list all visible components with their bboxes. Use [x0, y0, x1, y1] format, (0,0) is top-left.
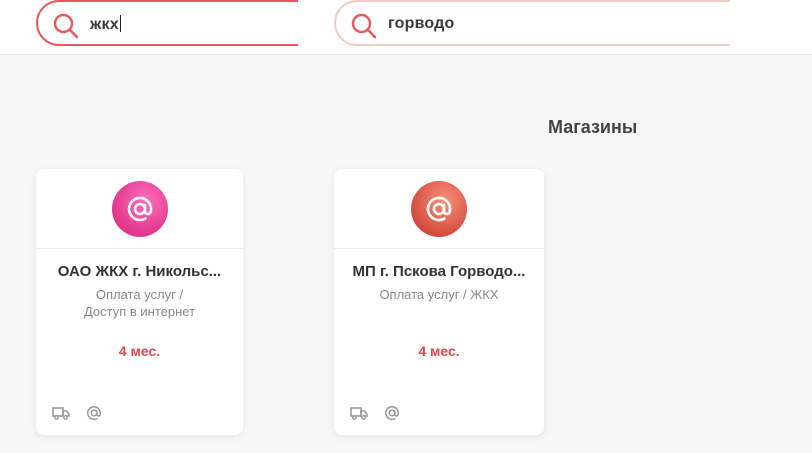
at-sign-icon [384, 405, 400, 426]
feature-icons [350, 405, 412, 423]
delivery-truck-icon [350, 406, 368, 425]
at-sign-icon [86, 405, 102, 426]
divider [334, 248, 544, 249]
search-icon [53, 13, 79, 39]
overlap-mask [730, 0, 812, 48]
search-field-secondary[interactable]: горводо [334, 0, 754, 46]
search-input-secondary[interactable]: горводо [388, 15, 455, 33]
search-input-primary[interactable]: жкх [90, 15, 121, 34]
shop-logo [111, 181, 168, 237]
divider [36, 248, 243, 249]
installment-term: 4 мес. [418, 343, 460, 359]
search-icon [351, 13, 377, 39]
shop-logo [411, 181, 467, 237]
shop-card[interactable]: ОАО ЖКХ г. Никольс... Оплата услуг / Дост… [36, 169, 243, 435]
search-field-primary[interactable]: жкх [36, 0, 326, 46]
overlap-mask [298, 0, 328, 48]
installment-term: 4 мес. [118, 343, 161, 359]
shop-card[interactable]: МП г. Пскова Горводо... Оплата услуг / Ж… [334, 169, 544, 435]
at-sign-icon [127, 196, 152, 222]
section-title: Магазины [548, 117, 638, 137]
top-bar: жкх горводо [0, 0, 812, 55]
shop-category: Оплата услуг / Доступ в интернет [83, 287, 196, 319]
shop-name: МП г. Пскова Горводо... [352, 263, 526, 280]
delivery-truck-icon [52, 406, 70, 425]
shop-name: ОАО ЖКХ г. Никольс... [57, 263, 222, 280]
shop-category: Оплата услуг / ЖКХ [379, 287, 499, 302]
text-caret [119, 15, 121, 32]
at-sign-icon [426, 196, 452, 222]
feature-icons [52, 405, 114, 423]
